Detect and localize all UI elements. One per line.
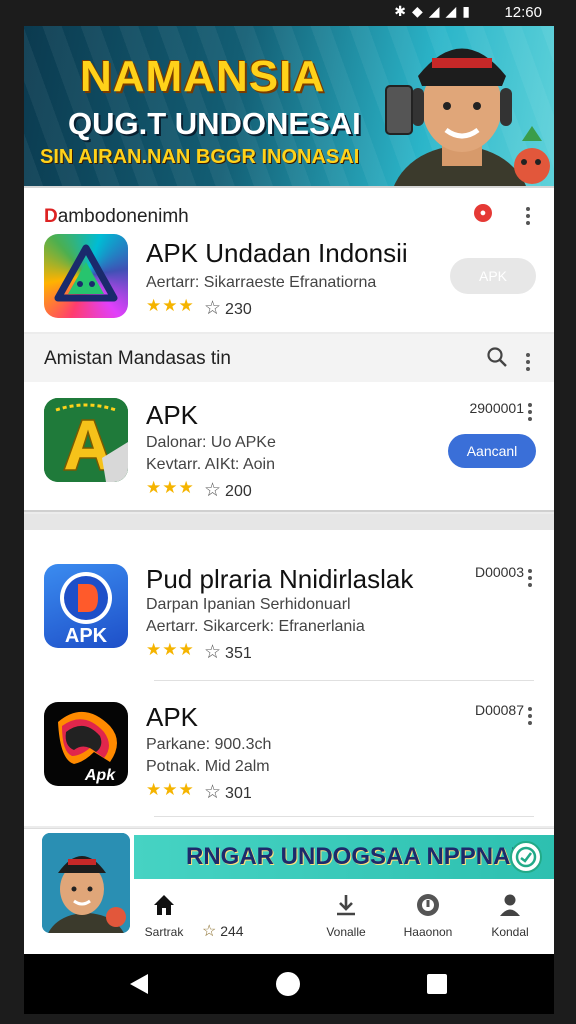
alert-icon [417, 894, 439, 916]
mascot-thumbnail [42, 833, 130, 933]
divider [154, 680, 534, 681]
rating-value: 200 [225, 483, 252, 500]
nav-account[interactable]: Kondal [470, 891, 550, 939]
svg-text:APK: APK [65, 625, 108, 647]
status-icons: ✱◆◢◢▮ [394, 3, 476, 20]
app-package: Parkane: 900.3ch [146, 736, 272, 753]
rating-value: 351 [225, 645, 252, 662]
star-rating-icon: ★★★ [146, 640, 195, 659]
battery-icon: ▮ [462, 3, 476, 19]
nav-label: Vonalle [326, 925, 366, 939]
star-outline-icon: ☆ [202, 923, 217, 940]
recent-apps-icon[interactable] [427, 974, 447, 994]
app-developer: Darpan Ipanian Serhidonuarl [146, 596, 351, 613]
more-options-icon[interactable] [524, 204, 532, 228]
rating-value: 244 [220, 923, 244, 939]
account-icon [500, 894, 520, 916]
title-initial: D [44, 206, 58, 227]
rating-count: ☆ 200 [204, 479, 252, 502]
star-outline-icon: ☆ [204, 480, 222, 501]
app-size: D00087 [474, 702, 524, 718]
more-options-icon[interactable] [526, 566, 534, 590]
star-outline-icon: ☆ [204, 642, 222, 663]
rating-value: 230 [225, 301, 252, 318]
signal-icon: ◢ [428, 3, 446, 19]
app-icon[interactable] [44, 398, 128, 482]
back-icon[interactable] [130, 974, 148, 994]
nav-label: Kondal [491, 925, 529, 939]
featured-section-title: Dambodonenimh [44, 206, 189, 228]
app-title[interactable]: Pud plraria Nnidirlaslak [146, 564, 413, 595]
featured-app-card[interactable]: Dambodonenimh ● APK Undadan Indonsii Aer… [24, 186, 554, 332]
app-title[interactable]: APK [146, 400, 198, 431]
signal-icon: ◢ [445, 3, 463, 19]
wifi-icon: ◆ [411, 3, 429, 19]
star-rating-icon: ★★★ [146, 478, 195, 497]
section-label: Amistan Mandasas tin [44, 348, 231, 369]
svg-text:Apk: Apk [84, 767, 116, 784]
hero-banner[interactable]: NAMANSIA QUG.T UNDONESAI SIN AIRAN.NAN B… [24, 26, 554, 186]
rating-count: ☆ 301 [204, 781, 252, 804]
notification-icon[interactable]: ● [474, 204, 492, 222]
status-time: 12:60 [504, 4, 542, 21]
nav-home[interactable]: Sartrak [124, 891, 204, 939]
title-rest: ambodonenimh [57, 206, 189, 227]
download-icon [337, 895, 355, 916]
promo-text: RNGAR UNDOGSAA NPPNAHI [186, 843, 535, 870]
rating-count: ☆ 351 [204, 641, 252, 664]
nav-label: Haaonon [403, 925, 453, 939]
app-title[interactable]: APK [146, 702, 198, 733]
banner-subtitle: QUG.T UNDONESAI [68, 106, 361, 141]
phone-frame: ✱◆◢◢▮ 12:60 NAMANSIA QUG.T UNDONESAI SIN… [0, 0, 576, 1024]
letter-a-icon [44, 398, 128, 482]
app-size: 2900001 [469, 400, 524, 416]
app-version: Potnak. Mid 2alm [146, 758, 270, 775]
app-list-item[interactable]: APK Dalonar: Uo APKe Kevtarr. AIKt: Aoin… [24, 382, 554, 512]
star-outline-icon: ☆ [204, 298, 222, 319]
star-rating-icon: ★★★ [146, 780, 195, 799]
more-options-icon[interactable] [524, 350, 532, 374]
rating-value: 301 [225, 785, 252, 802]
app-icon[interactable]: APK [44, 564, 128, 648]
app-size: D00003 [474, 564, 524, 580]
nav-alerts[interactable]: Haaonon [388, 891, 468, 939]
install-button[interactable]: APK [450, 258, 536, 294]
app-developer: Dalonar: Uo APKe [146, 434, 276, 451]
promo-badge-icon[interactable] [510, 841, 542, 873]
home-icon [154, 895, 174, 915]
app-subtitle: Aertarr: Sikarraeste Efranatiorna [146, 274, 377, 291]
system-nav-bar [24, 954, 554, 1014]
bottom-bar: RNGAR UNDOGSAA NPPNAHI Sartrak ☆ 244 Von… [24, 828, 554, 954]
banner-tagline: SIN AIRAN.NAN BGGR INONASAI [40, 146, 360, 168]
app-category: Kevtarr. AIKt: Aoin [146, 456, 275, 473]
app-screen: NAMANSIA QUG.T UNDONESAI SIN AIRAN.NAN B… [24, 26, 554, 954]
home-button-icon[interactable] [276, 972, 300, 996]
parrot-logo-icon: Apk [58, 711, 117, 784]
android-triangle-icon [54, 244, 118, 302]
app-title[interactable]: APK Undadan Indonsii [146, 238, 408, 269]
promo-banner[interactable]: RNGAR UNDOGSAA NPPNAHI [134, 835, 554, 879]
section-gap [24, 514, 554, 530]
app-category: Aertarr. Sikarcerk: Efranerlania [146, 618, 365, 635]
nav-rating: ☆ 244 [202, 921, 244, 941]
star-outline-icon: ☆ [204, 782, 222, 803]
bluetooth-icon: ✱ [394, 3, 412, 19]
rating-count: ☆ 230 [204, 297, 252, 320]
more-options-icon[interactable] [526, 704, 534, 728]
app-list: APK Pud plraria Nnidirlaslak Darpan Ipan… [24, 530, 554, 826]
section-header: Amistan Mandasas tin [24, 334, 554, 382]
banner-title: NAMANSIA [80, 52, 326, 101]
apk-badge-icon: APK [60, 572, 112, 647]
more-options-icon[interactable] [526, 400, 534, 424]
install-button[interactable]: Aancanl [448, 434, 536, 468]
nav-downloads[interactable]: Vonalle [306, 891, 386, 939]
mascot-illustration [385, 48, 550, 186]
app-icon[interactable] [44, 234, 128, 318]
divider [154, 816, 534, 817]
status-bar: ✱◆◢◢▮ 12:60 [0, 0, 576, 26]
search-icon[interactable] [486, 346, 508, 368]
nav-label: Sartrak [144, 925, 184, 939]
star-rating-icon: ★★★ [146, 296, 195, 315]
app-icon[interactable]: Apk [44, 702, 128, 786]
